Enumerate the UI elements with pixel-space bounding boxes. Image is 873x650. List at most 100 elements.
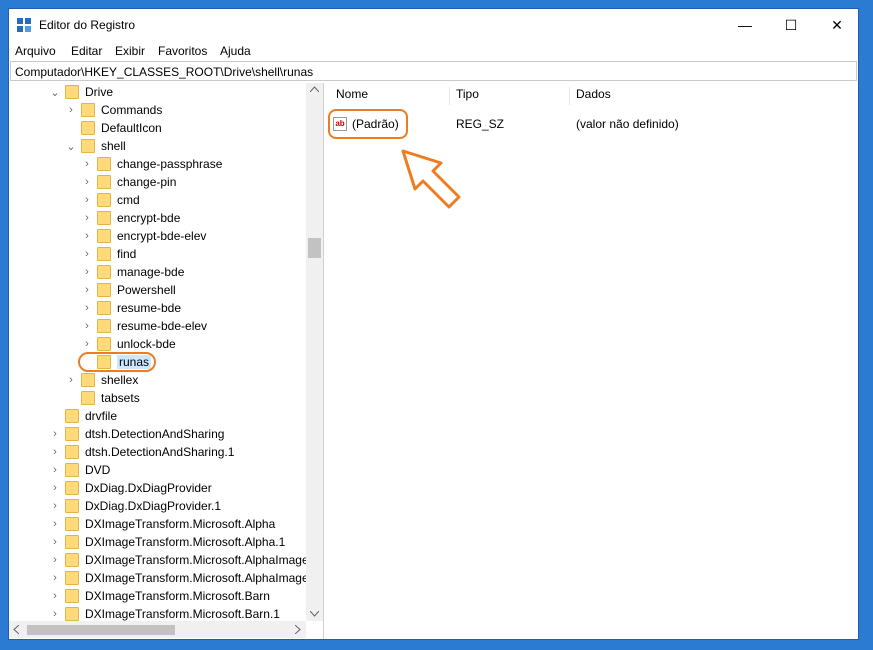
chevron-right-icon[interactable]: › xyxy=(65,101,77,119)
tree-item-label: DXImageTransform.Microsoft.AlphaImage xyxy=(85,553,306,567)
tree-item[interactable]: › DXImageTransform.Microsoft.AlphaImage xyxy=(49,569,306,587)
tree-item-label: manage-bde xyxy=(117,265,185,279)
tree-item-label: change-passphrase xyxy=(117,157,223,171)
tree-item-label: DXImageTransform.Microsoft.AlphaImage xyxy=(85,571,306,585)
tree-item[interactable]: › change-passphrase xyxy=(81,155,222,173)
chevron-right-icon[interactable]: › xyxy=(49,515,61,533)
folder-icon xyxy=(81,391,95,405)
folder-icon xyxy=(65,553,79,567)
chevron-right-icon[interactable]: › xyxy=(49,443,61,461)
chevron-right-icon[interactable]: › xyxy=(49,605,61,621)
folder-icon xyxy=(65,499,79,513)
menu-exibir[interactable]: Exibir xyxy=(115,44,145,58)
chevron-right-icon[interactable]: › xyxy=(81,227,93,245)
tree-item[interactable]: › DXImageTransform.Microsoft.Barn xyxy=(49,587,270,605)
tree-item-label: encrypt-bde-elev xyxy=(117,229,207,243)
tree-item[interactable]: tabsets xyxy=(65,389,140,407)
address-bar[interactable]: Computador\HKEY_CLASSES_ROOT\Drive\shell… xyxy=(10,61,857,81)
tree-item[interactable]: ⌄ shell xyxy=(65,137,126,155)
column-separator[interactable] xyxy=(569,87,570,105)
value-data: (valor não definido) xyxy=(576,117,679,131)
menu-favoritos[interactable]: Favoritos xyxy=(158,44,207,58)
tree-item-label: cmd xyxy=(117,193,140,207)
tree-item-label: find xyxy=(117,247,137,261)
tree-item[interactable]: › find xyxy=(81,245,136,263)
chevron-down-icon[interactable]: ⌄ xyxy=(65,137,77,155)
tree-connector xyxy=(49,407,61,425)
tree-item[interactable]: › Commands xyxy=(65,101,162,119)
tree-item-label: encrypt-bde xyxy=(117,211,181,225)
chevron-right-icon[interactable]: › xyxy=(81,317,93,335)
menu-ajuda[interactable]: Ajuda xyxy=(220,44,251,58)
chevron-right-icon[interactable]: › xyxy=(49,533,61,551)
tree-item[interactable]: drvfile xyxy=(49,407,117,425)
chevron-right-icon[interactable]: › xyxy=(81,263,93,281)
tree-item[interactable]: › DxDiag.DxDiagProvider xyxy=(49,479,212,497)
tree-item[interactable]: › change-pin xyxy=(81,173,176,191)
folder-icon xyxy=(65,445,79,459)
chevron-right-icon[interactable]: › xyxy=(49,461,61,479)
chevron-right-icon[interactable]: › xyxy=(49,551,61,569)
tree-item[interactable]: › DXImageTransform.Microsoft.Alpha.1 xyxy=(49,533,285,551)
chevron-right-icon[interactable]: › xyxy=(81,173,93,191)
chevron-right-icon[interactable]: › xyxy=(81,209,93,227)
chevron-right-icon[interactable]: › xyxy=(81,245,93,263)
minimize-icon: — xyxy=(738,17,752,33)
tree-vertical-scrollbar[interactable] xyxy=(306,83,323,621)
tree-item-label: Drive xyxy=(85,85,114,99)
close-button[interactable]: ✕ xyxy=(814,9,860,41)
tree-item[interactable]: DefaultIcon xyxy=(65,119,162,137)
column-header-type[interactable]: Tipo xyxy=(456,87,479,101)
minimize-button[interactable]: — xyxy=(722,9,768,41)
maximize-button[interactable]: ☐ xyxy=(768,9,814,41)
chevron-right-icon[interactable]: › xyxy=(81,299,93,317)
tree-item[interactable]: › DxDiag.DxDiagProvider.1 xyxy=(49,497,221,515)
key-tree-pane: ⌄ Drive › Commands DefaultIcon ⌄ shell › change-… xyxy=(9,83,324,639)
tree-item[interactable]: › encrypt-bde xyxy=(81,209,180,227)
chevron-right-icon[interactable]: › xyxy=(49,587,61,605)
chevron-down-icon[interactable]: ⌄ xyxy=(49,83,61,101)
menu-editar[interactable]: Editar xyxy=(71,44,102,58)
menu-arquivo[interactable]: Arquivo xyxy=(15,44,56,58)
chevron-right-icon[interactable]: › xyxy=(49,479,61,497)
tree-item[interactable]: › DXImageTransform.Microsoft.AlphaImage xyxy=(49,551,306,569)
address-path: Computador\HKEY_CLASSES_ROOT\Drive\shell… xyxy=(15,65,314,79)
column-separator[interactable] xyxy=(449,87,450,105)
tree-vertical-scroll-thumb[interactable] xyxy=(308,238,321,258)
column-header-data[interactable]: Dados xyxy=(576,87,611,101)
chevron-right-icon[interactable]: › xyxy=(81,191,93,209)
tree-item[interactable]: › resume-bde xyxy=(81,299,181,317)
tree-item[interactable]: › encrypt-bde-elev xyxy=(81,227,206,245)
folder-icon xyxy=(97,157,111,171)
tree-item[interactable]: › manage-bde xyxy=(81,263,184,281)
folder-icon xyxy=(97,319,111,333)
chevron-right-icon[interactable]: › xyxy=(49,425,61,443)
tree-item[interactable]: › DVD xyxy=(49,461,110,479)
chevron-right-icon[interactable]: › xyxy=(49,497,61,515)
highlight-outline-value xyxy=(328,109,408,139)
tree-item[interactable]: › Powershell xyxy=(81,281,176,299)
tree-horizontal-scroll-thumb[interactable] xyxy=(27,625,175,635)
chevron-right-icon[interactable]: › xyxy=(81,281,93,299)
tree-horizontal-scrollbar[interactable] xyxy=(9,621,306,638)
tree-item[interactable]: › shellex xyxy=(65,371,138,389)
chevron-right-icon[interactable]: › xyxy=(81,155,93,173)
column-header-name[interactable]: Nome xyxy=(336,87,368,101)
tree-item-label: drvfile xyxy=(85,409,118,423)
tree-item[interactable]: › DXImageTransform.Microsoft.Alpha xyxy=(49,515,275,533)
tree-item[interactable]: › DXImageTransform.Microsoft.Barn.1 xyxy=(49,605,280,621)
chevron-right-icon[interactable]: › xyxy=(65,371,77,389)
chevron-right-icon[interactable]: › xyxy=(49,569,61,587)
tree-item-label: dtsh.DetectionAndSharing xyxy=(85,427,225,441)
tree-item[interactable]: › dtsh.DetectionAndSharing.1 xyxy=(49,443,234,461)
tree-item[interactable]: › cmd xyxy=(81,191,140,209)
tree-item-label: DXImageTransform.Microsoft.Barn.1 xyxy=(85,607,280,621)
tree-item[interactable]: › dtsh.DetectionAndSharing xyxy=(49,425,224,443)
tree-item[interactable]: › resume-bde-elev xyxy=(81,317,207,335)
folder-icon xyxy=(81,121,95,135)
tree-item[interactable]: ⌄ Drive xyxy=(49,83,113,101)
scroll-left-icon xyxy=(13,625,19,634)
tree-item[interactable]: › unlock-bde xyxy=(81,335,176,353)
chevron-right-icon[interactable]: › xyxy=(81,335,93,353)
tree-item-label: DVD xyxy=(85,463,111,477)
